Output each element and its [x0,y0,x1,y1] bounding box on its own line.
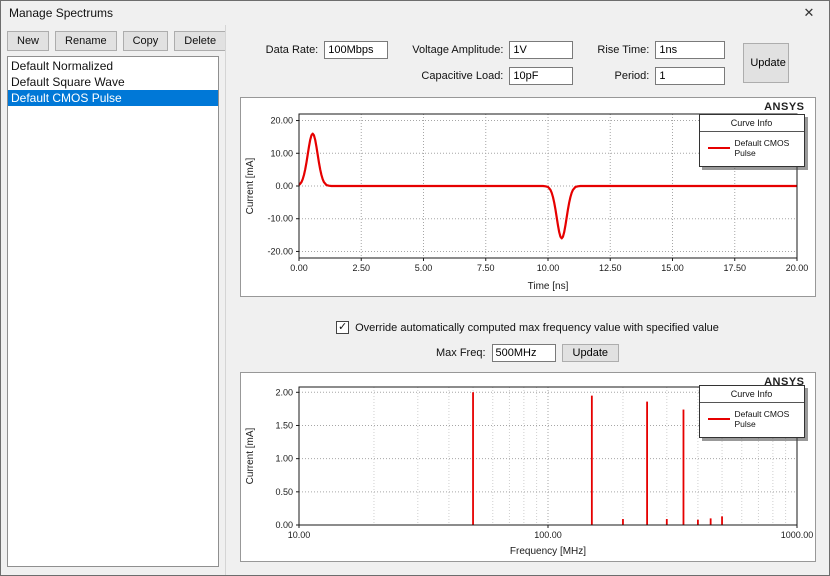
svg-text:Current [mA]: Current [mA] [245,427,256,484]
svg-text:20.00: 20.00 [785,263,808,273]
svg-text:17.50: 17.50 [723,263,746,273]
close-button[interactable]: ✕ [789,1,829,25]
override-row: Override automatically computed max freq… [234,321,821,334]
dialog-body: New Rename Copy Delete Default Normalize… [1,25,829,575]
curve-color-swatch [708,147,730,149]
capacitive-load-label: Capacitive Load: [412,70,503,82]
max-freq-row: Max Freq: Update [234,344,821,362]
new-button[interactable]: New [7,31,49,51]
override-max-freq-label: Override automatically computed max freq… [355,322,719,334]
legend-entry-label: Default CMOS Pulse [735,138,798,158]
svg-text:0.50: 0.50 [275,487,293,497]
svg-text:1000.00: 1000.00 [780,530,812,540]
titlebar[interactable]: Manage Spectrums ✕ [1,1,829,25]
svg-text:0.00: 0.00 [290,263,308,273]
voltage-amplitude-input[interactable] [509,41,573,59]
ansys-logo: ANSYS [764,101,804,113]
spectrum-list-panel: New Rename Copy Delete Default Normalize… [1,25,225,575]
list-item-selected[interactable]: Default CMOS Pulse [8,90,218,106]
list-item[interactable]: Default Normalized [8,58,218,74]
svg-text:1.00: 1.00 [275,454,293,464]
svg-text:7.50: 7.50 [476,263,494,273]
frequency-spectrum-chart: 10.00 100.00 1000.00 0.00 0.50 1.00 1.50 2.00 Fr… [240,372,816,562]
svg-text:2.50: 2.50 [352,263,370,273]
svg-text:Current [mA]: Current [mA] [245,157,256,214]
svg-text:2.00: 2.00 [275,387,293,397]
legend-title: Curve Info [700,386,804,403]
svg-text:10.00: 10.00 [536,263,559,273]
update-pulse-button[interactable]: Update [743,43,789,83]
window-title: Manage Spectrums [1,6,789,20]
list-item[interactable]: Default Square Wave [8,74,218,90]
svg-text:5.00: 5.00 [414,263,432,273]
list-button-row: New Rename Copy Delete [7,31,219,51]
rename-button[interactable]: Rename [55,31,117,51]
voltage-amplitude-label: Voltage Amplitude: [412,44,503,56]
svg-text:-10.00: -10.00 [267,214,293,224]
delete-button[interactable]: Delete [174,31,226,51]
curve-color-swatch [708,418,730,420]
svg-text:20.00: 20.00 [270,116,293,126]
svg-text:10.00: 10.00 [287,530,310,540]
pulse-parameters-form: Data Rate: Voltage Amplitude: Rise Time:… [234,41,821,85]
svg-text:15.00: 15.00 [661,263,684,273]
copy-button[interactable]: Copy [123,31,169,51]
rise-time-label: Rise Time: [597,44,649,56]
capacitive-load-input[interactable] [509,67,573,85]
override-max-freq-checkbox[interactable] [336,321,349,334]
legend-title: Curve Info [700,115,804,132]
svg-text:12.50: 12.50 [598,263,621,273]
svg-text:-20.00: -20.00 [267,246,293,256]
frequency-chart-legend: Curve Info Default CMOS Pulse [699,385,805,438]
data-rate-input[interactable] [324,41,388,59]
spectrum-detail-panel: Data Rate: Voltage Amplitude: Rise Time:… [225,25,829,575]
svg-text:10.00: 10.00 [270,148,293,158]
legend-entry: Default CMOS Pulse [700,403,804,437]
svg-text:1.50: 1.50 [275,420,293,430]
spectrum-list[interactable]: Default Normalized Default Square Wave D… [7,56,219,567]
svg-text:Frequency [MHz]: Frequency [MHz] [509,546,585,557]
rise-time-input[interactable] [655,41,725,59]
max-freq-input[interactable] [492,344,556,362]
svg-text:0.00: 0.00 [275,520,293,530]
legend-entry: Default CMOS Pulse [700,132,804,166]
manage-spectrums-window: Manage Spectrums ✕ New Rename Copy Delet… [0,0,830,576]
svg-text:Time [ns]: Time [ns] [527,281,568,292]
time-domain-chart: 0.00 2.50 5.00 7.50 10.00 12.50 15.00 17.50 20.0… [240,97,816,297]
svg-text:100.00: 100.00 [534,530,562,540]
period-label: Period: [597,70,649,82]
close-icon: ✕ [804,5,815,21]
time-chart-legend: Curve Info Default CMOS Pulse [699,114,805,167]
svg-text:0.00: 0.00 [275,181,293,191]
period-input[interactable] [655,67,725,85]
legend-entry-label: Default CMOS Pulse [735,409,798,429]
data-rate-label: Data Rate: [266,44,319,56]
max-freq-label: Max Freq: [436,347,486,359]
update-spectrum-button[interactable]: Update [562,344,619,362]
